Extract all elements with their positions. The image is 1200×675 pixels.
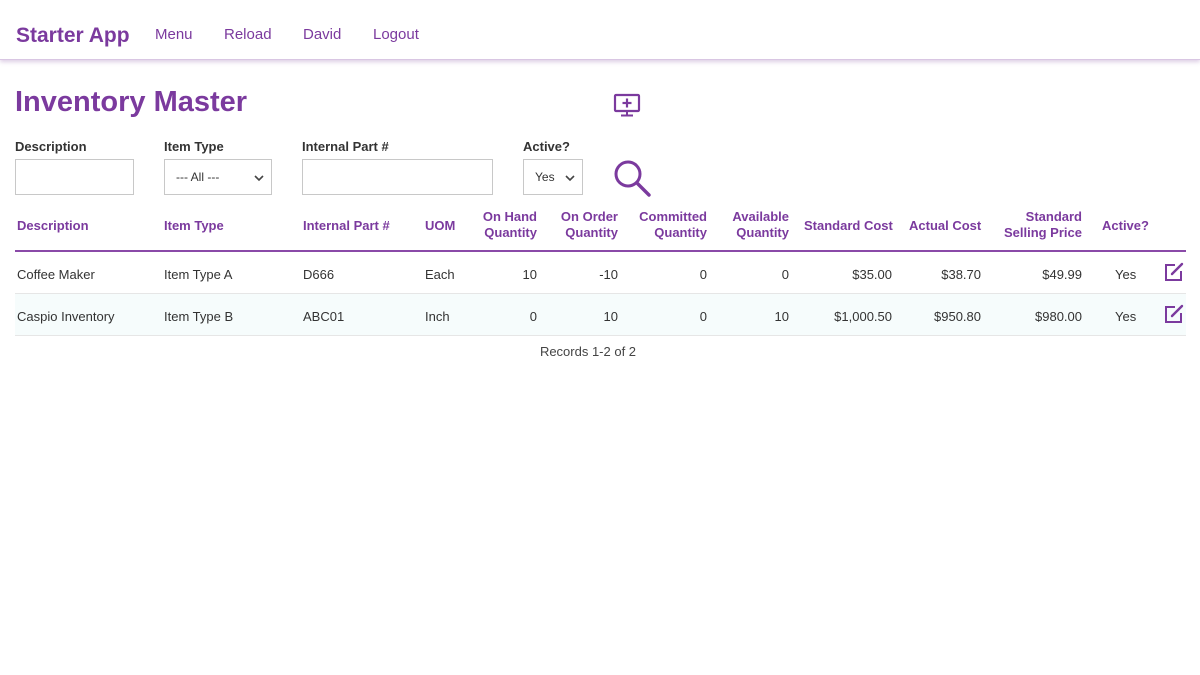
- cell-standard-cost: $1,000.50: [834, 309, 892, 324]
- col-header-selling-price-line2: Selling Price: [1003, 225, 1082, 240]
- cell-internal-part: ABC01: [303, 309, 345, 324]
- col-header-available-line2: Quantity: [736, 225, 789, 240]
- cell-description: Coffee Maker: [17, 267, 95, 282]
- edit-icon[interactable]: [1163, 303, 1185, 325]
- chevron-down-icon: [254, 175, 264, 182]
- col-header-internal-part[interactable]: Internal Part #: [303, 218, 390, 234]
- edit-icon[interactable]: [1163, 261, 1185, 283]
- filter-internal-part-input[interactable]: [302, 159, 493, 195]
- nav-user-link[interactable]: David: [303, 26, 341, 43]
- filter-item-type-label: Item Type: [164, 139, 224, 154]
- col-header-actual-cost[interactable]: Actual Cost: [909, 218, 981, 234]
- col-header-selling-price[interactable]: Standard Selling Price: [985, 209, 1082, 241]
- col-header-uom[interactable]: UOM: [425, 218, 455, 234]
- top-navbar: Starter App Menu Reload David Logout: [0, 0, 1200, 60]
- col-header-on-order-line1: On Order: [560, 209, 618, 224]
- nav-menu-link[interactable]: Menu: [155, 26, 193, 43]
- cell-actual-cost: $950.80: [934, 309, 981, 324]
- col-header-selling-price-line1: Standard: [1025, 209, 1082, 224]
- col-header-standard-cost[interactable]: Standard Cost: [804, 218, 893, 234]
- cell-selling-price: $49.99: [1042, 267, 1082, 282]
- cell-uom: Each: [425, 267, 455, 282]
- cell-item-type: Item Type B: [164, 309, 234, 324]
- col-header-available-line1: Available: [732, 209, 789, 224]
- filter-active-select[interactable]: Yes: [523, 159, 583, 195]
- search-icon[interactable]: [612, 158, 652, 198]
- page-title: Inventory Master: [15, 86, 248, 118]
- cell-description: Caspio Inventory: [17, 309, 115, 324]
- cell-available: 10: [774, 309, 789, 324]
- col-header-description[interactable]: Description: [17, 218, 89, 234]
- filter-description-label: Description: [15, 139, 87, 154]
- cell-on-order: 10: [603, 309, 618, 324]
- cell-selling-price: $980.00: [1035, 309, 1082, 324]
- col-header-active[interactable]: Active?: [1102, 218, 1149, 234]
- filter-item-type-select[interactable]: --- All ---: [164, 159, 272, 195]
- col-header-committed[interactable]: Committed Quantity: [615, 209, 707, 241]
- col-header-committed-line2: Quantity: [654, 225, 707, 240]
- cell-available: 0: [781, 267, 789, 282]
- col-header-on-hand[interactable]: On Hand Quantity: [455, 209, 537, 241]
- chevron-down-icon: [565, 175, 575, 182]
- cell-active: Yes: [1115, 309, 1137, 324]
- nav-logout-link[interactable]: Logout: [373, 26, 419, 43]
- cell-internal-part: D666: [303, 267, 335, 282]
- filter-internal-part-label: Internal Part #: [302, 139, 389, 154]
- nav-reload-link[interactable]: Reload: [224, 26, 272, 43]
- cell-committed: 0: [699, 309, 707, 324]
- col-header-on-order[interactable]: On Order Quantity: [535, 209, 618, 241]
- filter-active-selected: Yes: [535, 170, 555, 184]
- monitor-plus-icon[interactable]: [613, 92, 641, 118]
- cell-on-order: -10: [599, 267, 618, 282]
- table-row: Coffee Maker Item Type A D666 Each 10 -1…: [15, 252, 1186, 294]
- col-header-on-order-line2: Quantity: [565, 225, 618, 240]
- cell-committed: 0: [699, 267, 707, 282]
- table-row: Caspio Inventory Item Type B ABC01 Inch …: [15, 294, 1186, 336]
- cell-standard-cost: $35.00: [852, 267, 892, 282]
- col-header-item-type[interactable]: Item Type: [164, 218, 224, 234]
- filter-description-input[interactable]: [15, 159, 134, 195]
- table-header: Description Item Type Internal Part # UO…: [15, 204, 1186, 252]
- cell-actual-cost: $38.70: [941, 267, 981, 282]
- app-brand[interactable]: Starter App: [16, 24, 130, 48]
- filter-active-label: Active?: [523, 139, 570, 154]
- cell-item-type: Item Type A: [164, 267, 233, 282]
- col-header-committed-line1: Committed: [639, 209, 707, 224]
- cell-uom: Inch: [425, 309, 450, 324]
- col-header-available[interactable]: Available Quantity: [705, 209, 789, 241]
- col-header-on-hand-line1: On Hand: [482, 209, 537, 224]
- filter-item-type-selected: --- All ---: [176, 170, 220, 184]
- col-header-on-hand-line2: Quantity: [484, 225, 537, 240]
- cell-on-hand: 10: [522, 267, 537, 282]
- cell-active: Yes: [1115, 267, 1137, 282]
- records-count: Records 1-2 of 2: [539, 344, 637, 359]
- cell-on-hand: 0: [529, 309, 537, 324]
